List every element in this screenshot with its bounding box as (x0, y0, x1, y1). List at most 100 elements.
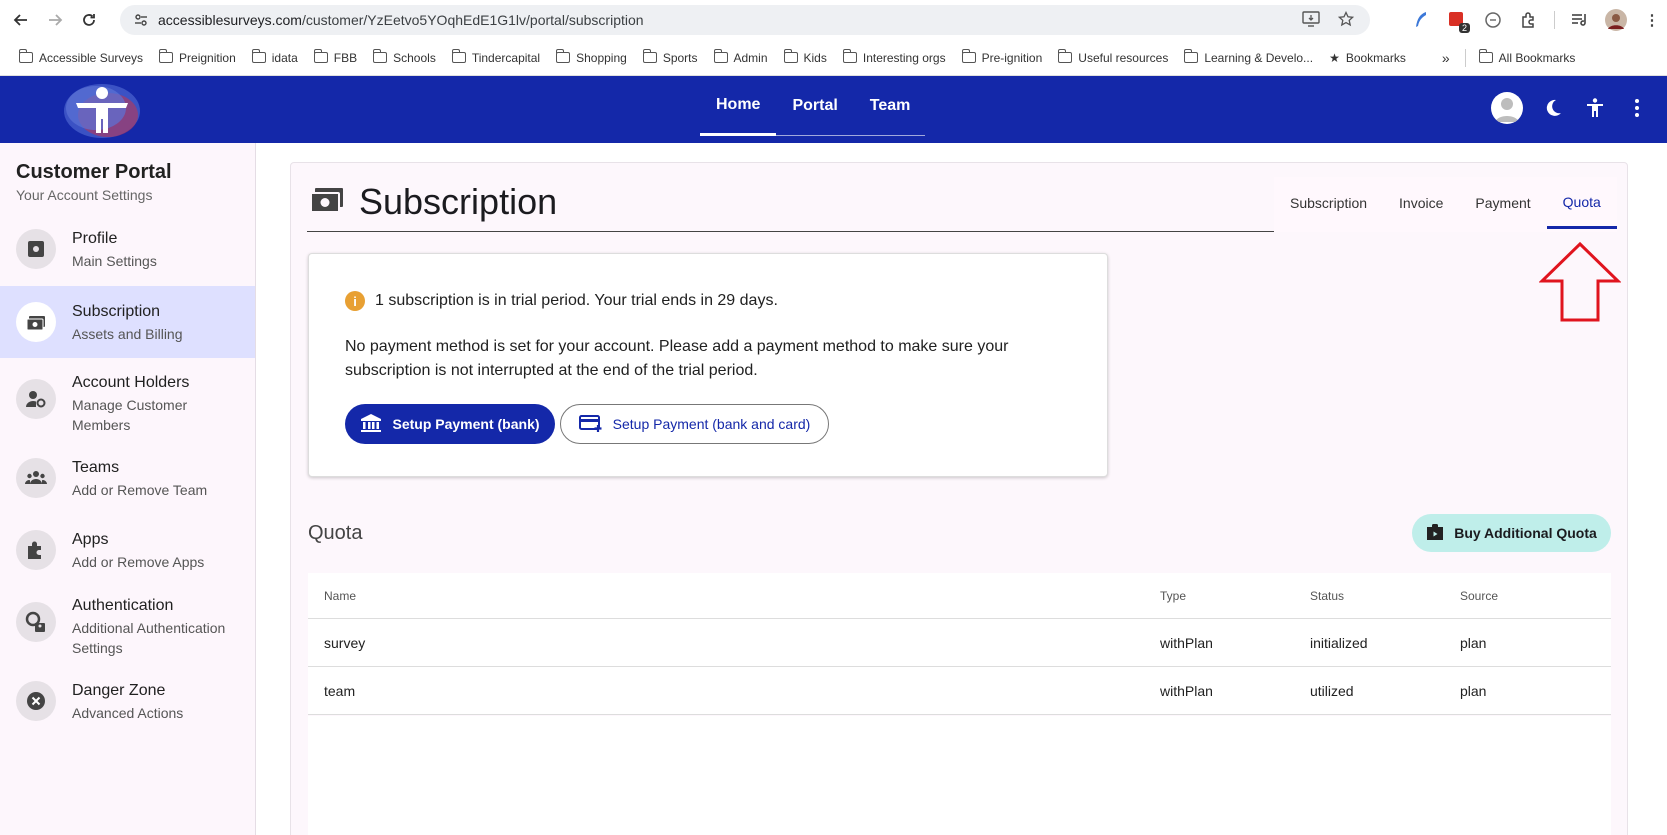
tab-invoice[interactable]: Invoice (1383, 177, 1459, 229)
bookmark-item[interactable]: Accessible Surveys (12, 49, 152, 65)
sidebar-item-sub: Add or Remove Apps (72, 554, 205, 570)
sidebar-item-label: Teams (72, 459, 120, 476)
shopping-bag-icon (1426, 523, 1444, 544)
bookmark-item[interactable]: Schools (366, 49, 445, 65)
bookmark-item[interactable]: Useful resources (1051, 49, 1177, 65)
folder-icon (783, 49, 798, 63)
cell-source: plan (1460, 682, 1487, 699)
browser-menu-icon[interactable]: ⋮ (1641, 9, 1663, 31)
cell-status: utilized (1310, 682, 1354, 699)
circle-extension-icon[interactable] (1482, 9, 1504, 31)
sidebar-item-account-holders[interactable]: Account Holders Manage Customer Members (0, 373, 255, 453)
add-card-icon (578, 413, 603, 436)
cell-type: withPlan (1160, 682, 1213, 699)
page-header: Subscription (309, 181, 557, 223)
folder-icon (642, 49, 657, 63)
app-logo[interactable] (62, 81, 142, 139)
nav-home[interactable]: Home (700, 76, 777, 136)
sidebar-item-label: Subscription (72, 303, 161, 320)
install-app-icon[interactable] (1302, 11, 1320, 32)
setup-payment-card-label: Setup Payment (bank and card) (612, 416, 811, 432)
calendar-extension-icon[interactable]: 2 (1446, 9, 1470, 33)
tab-quota[interactable]: Quota (1546, 177, 1617, 229)
column-header-name[interactable]: Name (308, 589, 1160, 603)
cancel-icon (16, 681, 56, 721)
app-header: Home Portal Team (0, 76, 1667, 143)
bookmark-item[interactable]: Admin (707, 49, 777, 65)
address-bar[interactable]: accessiblesurveys.com/customer/YzEetvo5Y… (120, 5, 1370, 35)
sidebar-item-teams[interactable]: Teams Add or Remove Team (0, 458, 255, 518)
quota-table: Name Type Status Source survey withPlan … (308, 573, 1611, 715)
setup-payment-bank-button[interactable]: Setup Payment (bank) (345, 404, 555, 444)
info-icon: i (345, 291, 365, 311)
folder-icon (713, 49, 728, 63)
column-header-type[interactable]: Type (1160, 589, 1310, 603)
groups-icon (16, 458, 56, 498)
money-icon (309, 182, 345, 223)
bookmark-item[interactable]: Sports (636, 49, 707, 65)
folder-icon (961, 49, 976, 63)
folder-icon (842, 49, 857, 63)
bookmarks-bar: Accessible Surveys Preignition idata FBB… (0, 40, 1667, 76)
manage-account-icon (16, 379, 56, 419)
reload-icon[interactable] (72, 3, 106, 37)
folder-icon (451, 49, 466, 63)
table-row[interactable]: team withPlan utilized plan (308, 667, 1611, 715)
accessibility-icon[interactable] (1583, 96, 1607, 120)
bookmark-item[interactable]: Tindercapital (445, 49, 549, 65)
forward-icon[interactable] (38, 3, 72, 37)
cell-name: team (324, 682, 356, 699)
bookmark-item[interactable]: Learning & Develo... (1177, 49, 1322, 65)
sidebar-item-sub: Add or Remove Team (72, 482, 208, 498)
back-icon[interactable] (4, 3, 38, 37)
column-header-source[interactable]: Source (1460, 589, 1610, 603)
tab-payment[interactable]: Payment (1459, 177, 1546, 229)
profile-avatar-icon[interactable] (1605, 9, 1627, 31)
nav-portal[interactable]: Portal (776, 76, 853, 136)
money-icon (16, 302, 56, 342)
setup-payment-card-button[interactable]: Setup Payment (bank and card) (560, 404, 829, 444)
cell-name: survey (324, 634, 366, 651)
puzzle-icon (16, 530, 56, 570)
sidebar-item-sub: Advanced Actions (72, 705, 184, 721)
extensions-puzzle-icon[interactable] (1518, 9, 1540, 31)
bookmark-item[interactable]: idata (245, 49, 307, 65)
sidebar-item-authentication[interactable]: Authentication Additional Authentication … (0, 596, 255, 676)
buy-additional-quota-button[interactable]: Buy Additional Quota (1412, 514, 1611, 552)
sidebar-item-danger-zone[interactable]: Danger Zone Advanced Actions (0, 681, 255, 741)
bookmark-item[interactable]: Interesting orgs (836, 49, 955, 65)
trial-notice-text: 1 subscription is in trial period. Your … (375, 292, 778, 309)
bookmark-star-icon[interactable] (1337, 10, 1355, 32)
bookmark-item[interactable]: Pre-ignition (955, 49, 1052, 65)
bookmark-item[interactable]: FBB (307, 49, 366, 65)
feather-extension-icon[interactable] (1410, 9, 1432, 31)
bookmark-item[interactable]: Kids (777, 49, 836, 65)
dark-mode-icon[interactable] (1541, 96, 1565, 120)
sidebar-item-subscription[interactable]: Subscription Assets and Billing (0, 286, 255, 358)
all-bookmarks[interactable]: All Bookmarks (1472, 49, 1585, 65)
cell-source: plan (1460, 634, 1487, 651)
site-info-icon[interactable] (132, 11, 150, 29)
table-row[interactable]: survey withPlan initialized plan (308, 619, 1611, 667)
divider (1554, 11, 1555, 29)
setup-payment-bank-label: Setup Payment (bank) (392, 416, 540, 432)
bookmarks-overflow-button[interactable]: » (1435, 50, 1459, 66)
column-header-status[interactable]: Status (1310, 589, 1460, 603)
sidebar-item-sub: Main Settings (72, 253, 157, 269)
folder-icon (1058, 49, 1073, 63)
nav-team[interactable]: Team (854, 76, 927, 136)
sidebar-item-label: Danger Zone (72, 682, 166, 699)
bookmark-item[interactable]: Preignition (152, 49, 245, 65)
bookmark-item[interactable]: Shopping (549, 49, 636, 65)
bookmark-item-starred[interactable]: ★ Bookmarks (1322, 51, 1415, 65)
sidebar-title: Customer Portal (16, 161, 172, 183)
divider (1464, 48, 1466, 67)
sidebar-item-sub: Manage Customer Members (72, 397, 188, 433)
sidebar-item-apps[interactable]: Apps Add or Remove Apps (0, 530, 255, 590)
star-icon: ★ (1329, 50, 1340, 65)
sidebar-item-profile[interactable]: Profile Main Settings (0, 229, 255, 289)
more-menu-icon[interactable] (1625, 96, 1649, 120)
tab-subscription[interactable]: Subscription (1274, 177, 1383, 229)
media-control-icon[interactable] (1569, 9, 1591, 31)
user-avatar[interactable] (1491, 92, 1523, 124)
